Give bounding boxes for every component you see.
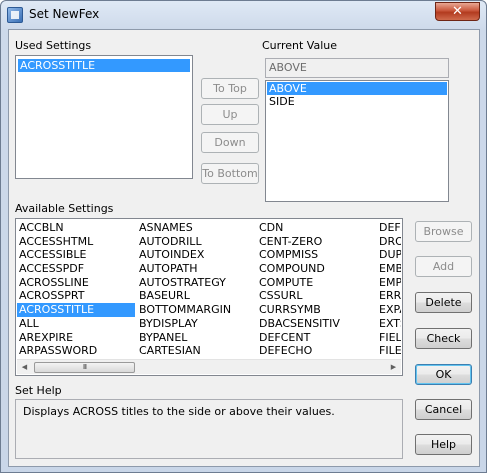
close-button[interactable]: ✕ [435,2,480,21]
setting-item[interactable]: AUTOSTRATEGY [137,276,255,290]
to-top-button[interactable]: To Top [201,78,259,99]
setting-item[interactable]: BYPANEL [137,331,255,345]
setting-item[interactable]: ALL [17,317,135,331]
setting-item[interactable]: ACCESSPDF [17,262,135,276]
delete-button[interactable]: Delete [415,292,472,313]
setting-item[interactable]: FILEI [377,344,401,358]
used-setting-item[interactable]: ACROSSTITLE [18,59,190,72]
setting-item[interactable]: ASNAMES [137,221,255,235]
available-settings-label: Available Settings [15,202,114,215]
ok-button[interactable]: OK [415,364,472,385]
setting-item[interactable]: BYDISPLAY [137,317,255,331]
scroll-right-arrow-icon[interactable]: ▶ [386,360,401,375]
setting-item[interactable]: BASEURL [137,289,255,303]
scroll-left-arrow-icon[interactable]: ◀ [17,360,32,375]
setting-item[interactable]: ACROSSLINE [17,276,135,290]
setting-item[interactable]: ACCESSHTML [17,235,135,249]
setting-item[interactable]: DUPL [377,248,401,262]
add-button[interactable]: Add [415,256,472,277]
scroll-thumb[interactable]: III [34,362,135,373]
title-bar[interactable]: Set NewFex ✕ [1,1,486,29]
check-button[interactable]: Check [415,328,472,349]
setting-item[interactable]: EMBE [377,262,401,276]
setting-item[interactable]: CARTESIAN [137,344,255,358]
setting-item[interactable]: ERRO [377,289,401,303]
setting-item[interactable]: DRO [377,235,401,249]
setting-item[interactable]: DEFCENT [257,331,375,345]
settings-column: ACCBLN ACCESSHTML ACCESSIBLE ACCESSPDF ACROS… [17,221,135,358]
cancel-button[interactable]: Cancel [415,399,472,420]
window-title: Set NewFex [29,7,100,21]
browse-button[interactable]: Browse [415,221,472,242]
settings-column: DEFIDRODUPLEMBEEMPTERROEXPAEXTSFIELIFILE… [377,221,401,358]
setting-item[interactable]: AUTOPATH [137,262,255,276]
settings-column: CDN CENT-ZERO COMPMISS COMPOUND COMPUTE CSSUR… [257,221,375,358]
setting-item[interactable]: AUTODRILL [137,235,255,249]
setting-item[interactable]: CURRSYMB [257,303,375,317]
setting-item[interactable]: CENT-ZERO [257,235,375,249]
settings-column: ASNAMES AUTODRILL AUTOINDEX AUTOPATH AUTOSTR… [137,221,255,358]
to-bottom-button[interactable]: To Bottom [201,163,259,184]
value-option-above[interactable]: ABOVE [267,82,447,95]
available-settings-columns: ACCBLN ACCESSHTML ACCESSIBLE ACCESSPDF ACROS… [17,221,401,359]
setting-item[interactable]: AREXPIRE [17,331,135,345]
setting-item[interactable]: ARPASSWORD [17,344,135,358]
setting-item[interactable]: CDN [257,221,375,235]
down-button[interactable]: Down [201,132,259,153]
setting-item[interactable]: BOTTOMMARGIN [137,303,255,317]
used-settings-list[interactable]: ACROSSTITLE [15,55,193,179]
app-icon [7,7,23,23]
setting-item[interactable]: DEFECHO [257,344,375,358]
setting-item[interactable]: AUTOINDEX [137,248,255,262]
setting-item[interactable]: DEFI [377,221,401,235]
help-button[interactable]: Help [415,434,472,455]
set-help-text: Displays ACROSS titles to the side or ab… [15,399,403,459]
up-button[interactable]: Up [201,104,259,125]
setting-item[interactable]: COMPUTE [257,276,375,290]
value-option-side[interactable]: SIDE [267,95,447,108]
horizontal-scrollbar[interactable]: ◀ III ▶ [17,359,401,374]
setting-item[interactable]: EXPA [377,303,401,317]
setting-item[interactable]: FIELI [377,331,401,345]
setting-item[interactable]: EXTS [377,317,401,331]
current-value-field[interactable]: ABOVE [265,58,449,78]
available-settings-grid[interactable]: ACCBLN ACCESSHTML ACCESSIBLE ACCESSPDF ACROS… [15,218,403,376]
dialog-window: Set NewFex ✕ Used Settings ACROSSTITLE T… [0,0,487,473]
setting-item[interactable]: ACCESSIBLE [17,248,135,262]
current-value-label: Current Value [262,39,338,52]
setting-item[interactable]: ACROSSPRT [17,289,135,303]
dialog-client: Used Settings ACROSSTITLE To Top Up Down… [8,29,480,467]
setting-item[interactable]: CSSURL [257,289,375,303]
setting-item[interactable]: EMPT [377,276,401,290]
set-help-label: Set Help [15,384,62,397]
current-value-options[interactable]: ABOVE SIDE [265,80,449,202]
setting-item[interactable]: ACCBLN [17,221,135,235]
setting-item[interactable]: COMPOUND [257,262,375,276]
setting-item[interactable]: COMPMISS [257,248,375,262]
used-settings-label: Used Settings [15,39,92,52]
setting-item[interactable]: ACROSSTITLE [17,303,135,317]
setting-item[interactable]: DBACSENSITIV [257,317,375,331]
